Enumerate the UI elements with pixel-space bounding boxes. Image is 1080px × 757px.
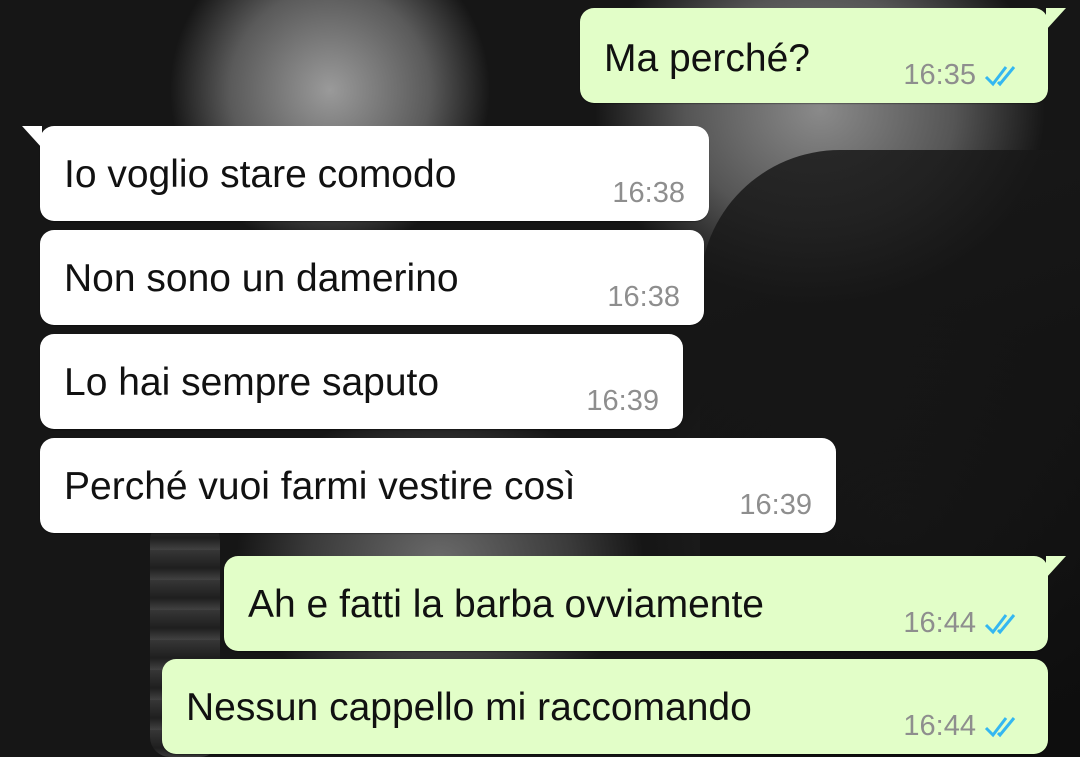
message-text: Perché vuoi farmi vestire così: [64, 465, 576, 508]
bubble-tail: [1046, 8, 1066, 30]
incoming-message-bubble[interactable]: Non sono un damerino 16:38: [40, 230, 704, 325]
message-text: Ah e fatti la barba ovviamente: [248, 583, 764, 626]
message-meta: 16:38: [612, 177, 685, 209]
bubble-tail: [22, 126, 42, 148]
message-text: Nessun cappello mi raccomando: [186, 686, 752, 729]
message-meta: 16:44: [903, 607, 1024, 639]
message-time: 16:39: [586, 385, 659, 417]
message-time: 16:44: [903, 710, 976, 742]
outgoing-message-bubble[interactable]: Nessun cappello mi raccomando 16:44: [162, 659, 1048, 754]
incoming-message-bubble[interactable]: Perché vuoi farmi vestire così 16:39: [40, 438, 836, 533]
message-meta: 16:38: [607, 281, 680, 313]
incoming-message-bubble[interactable]: Lo hai sempre saputo 16:39: [40, 334, 683, 429]
message-time: 16:38: [607, 281, 680, 313]
message-time: 16:38: [612, 177, 685, 209]
incoming-message-bubble[interactable]: Io voglio stare comodo 16:38: [22, 126, 709, 221]
message-time: 16:35: [903, 59, 976, 91]
message-meta: 16:39: [739, 489, 812, 521]
double-check-icon: [984, 66, 1016, 87]
message-text: Ma perché?: [604, 37, 810, 80]
double-check-icon: [984, 717, 1016, 738]
message-text: Io voglio stare comodo: [64, 153, 457, 196]
double-check-icon: [984, 614, 1016, 635]
outgoing-message-bubble[interactable]: Ah e fatti la barba ovviamente 16:44: [224, 556, 1066, 651]
outgoing-message-bubble[interactable]: Ma perché? 16:35: [580, 8, 1066, 103]
bubble-tail: [1046, 556, 1066, 578]
message-meta: 16:39: [586, 385, 659, 417]
message-time: 16:39: [739, 489, 812, 521]
message-meta: 16:35: [903, 59, 1024, 91]
message-text: Non sono un damerino: [64, 257, 459, 300]
message-time: 16:44: [903, 607, 976, 639]
message-text: Lo hai sempre saputo: [64, 361, 440, 404]
message-meta: 16:44: [903, 710, 1024, 742]
